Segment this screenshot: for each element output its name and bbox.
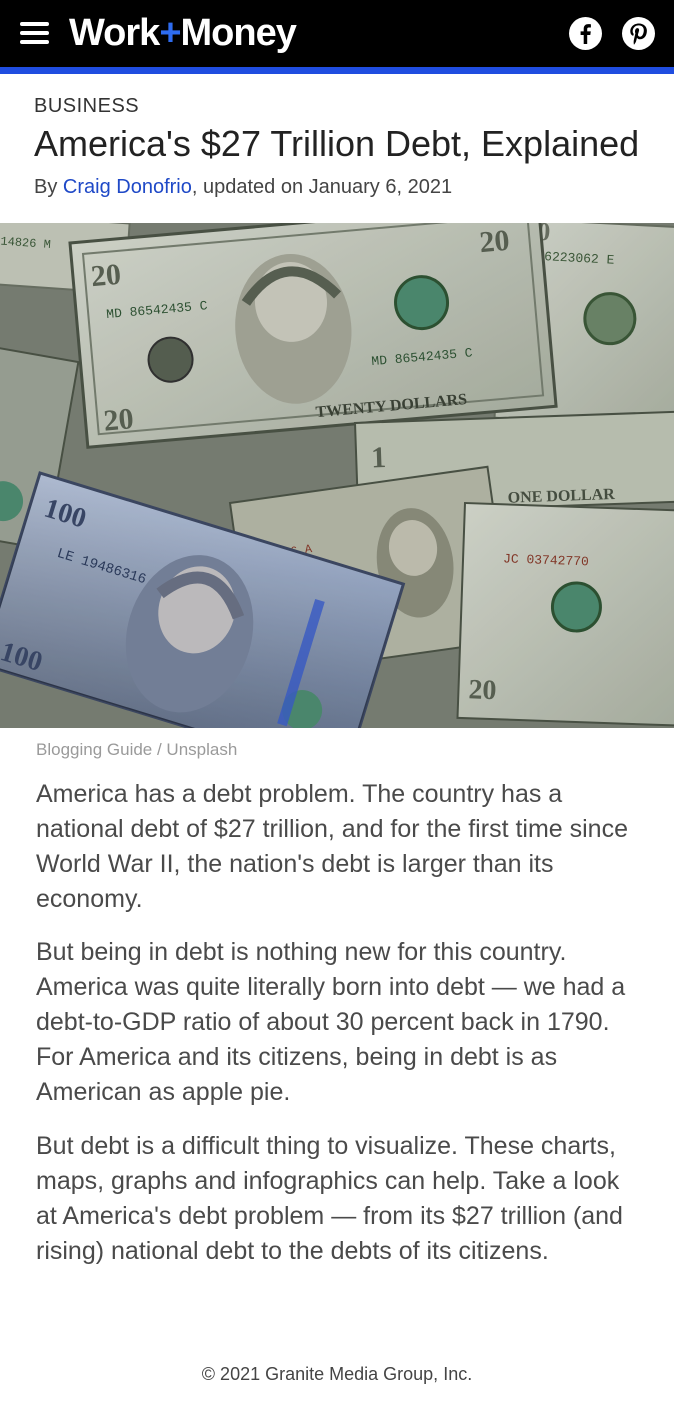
article-paragraph-1: America has a debt problem. The country … [36, 780, 628, 913]
logo-money: Money [180, 12, 297, 54]
image-caption: Blogging Guide / Unsplash [36, 740, 238, 759]
article-paragraph-2: But being in debt is nothing new for thi… [36, 938, 626, 1106]
byline-date: , updated on January 6, 2021 [191, 176, 453, 198]
pinterest-icon[interactable] [622, 17, 655, 50]
top-navigation-bar: Work+Money [0, 0, 674, 67]
article-paragraph-3: But debt is a difficult thing to visuali… [36, 1132, 623, 1265]
byline-prefix: By [34, 176, 63, 198]
hamburger-menu-icon[interactable] [20, 22, 50, 46]
footer-copyright: © 2021 Granite Media Group, Inc. [201, 1364, 473, 1384]
category-label[interactable]: BUSINESS [34, 94, 139, 118]
author-link[interactable]: Craig Donofrio [63, 176, 192, 198]
article-title: America's $27 Trillion Debt, Explained [34, 123, 640, 164]
byline: By Craig Donofrio, updated on January 6,… [34, 175, 452, 199]
logo-work: Work [69, 12, 160, 54]
logo-plus: + [159, 12, 181, 54]
accent-line [0, 67, 674, 74]
hero-image: 2614826 M IC 46223062 E 20 20 20 20 MD 8… [0, 223, 674, 728]
site-logo[interactable]: Work+Money [69, 11, 297, 55]
facebook-icon[interactable] [569, 17, 602, 50]
